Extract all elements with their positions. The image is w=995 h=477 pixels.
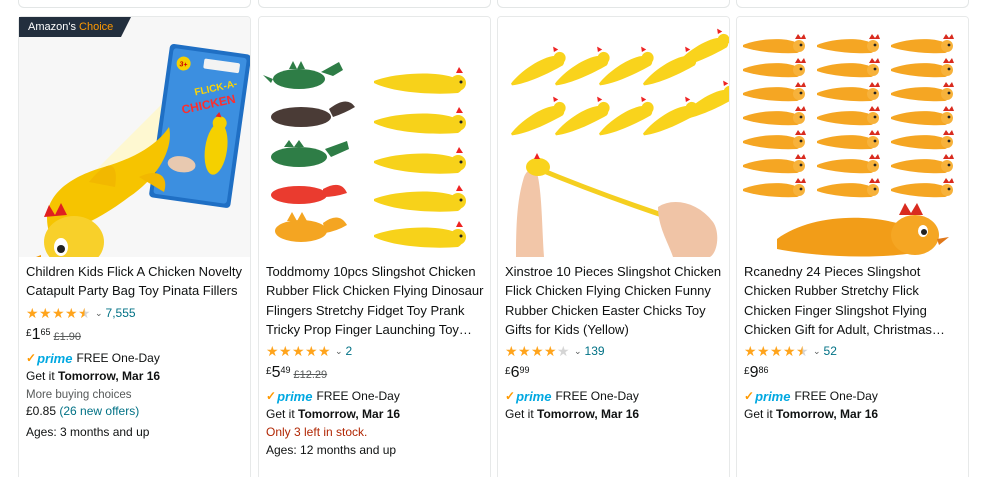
age-range: Ages: 12 months and up — [266, 443, 397, 457]
price-row: £5 49 £12.29 — [266, 364, 488, 386]
prime-delivery: ✓ prime FREE One-Day — [266, 388, 400, 404]
prime-check-icon: ✓ — [26, 351, 37, 365]
product-image[interactable] — [498, 17, 729, 257]
offers-row: £0.85 (26 new offers) — [26, 404, 140, 418]
product-rating[interactable]: ★ ★ ★ ★ ★ ⌄ 139 — [505, 342, 727, 360]
star-full-icon: ★ — [770, 342, 783, 359]
prime-logo: prime — [277, 388, 313, 404]
chevron-down-icon[interactable]: ⌄ — [574, 346, 582, 357]
rubber-chicken-grid-image — [737, 17, 968, 257]
star-empty-icon: ★ — [557, 342, 570, 359]
current-price[interactable]: £9 86 — [744, 364, 768, 382]
was-price: £12.29 — [293, 369, 328, 381]
star-full-icon: ★ — [544, 342, 557, 359]
prime-delivery: ✓ prime FREE One-Day — [26, 350, 160, 366]
price-row: £9 86 — [744, 364, 966, 386]
product-card[interactable]: Toddmomy 10pcs Slingshot Chicken Rubber … — [258, 16, 491, 477]
product-card[interactable]: Amazon's Choice 3+ FLICK-A- CHICKEN Chil… — [18, 16, 251, 477]
amazons-choice-badge: Amazon's Choice — [19, 17, 132, 37]
product-title-link[interactable]: Rcanedny 24 Pieces Slingshot Chicken Rub… — [744, 262, 966, 340]
star-rating: ★ ★ ★ ★ ★ — [26, 304, 91, 321]
prime-delivery: ✓ prime FREE One-Day — [744, 388, 878, 404]
prime-check-icon: ✓ — [505, 389, 516, 403]
product-image[interactable] — [259, 17, 490, 257]
star-rating: ★ ★ ★ ★ ★ — [505, 342, 570, 359]
chevron-down-icon[interactable]: ⌄ — [335, 346, 343, 357]
prime-delivery: ✓ prime FREE One-Day — [505, 388, 639, 404]
star-full-icon: ★ — [39, 304, 52, 321]
star-rating: ★ ★ ★ ★ ★ — [744, 342, 809, 359]
star-full-icon: ★ — [279, 342, 292, 359]
product-rating[interactable]: ★ ★ ★ ★ ★ ⌄ 52 — [744, 342, 966, 360]
prime-logo: prime — [37, 350, 73, 366]
previous-row-card-edge — [258, 0, 491, 8]
review-count-link[interactable]: 139 — [585, 344, 605, 358]
flick-chicken-package-image: 3+ FLICK-A- CHICKEN — [36, 44, 250, 257]
product-image[interactable]: 3+ FLICK-A- CHICKEN — [19, 17, 250, 257]
price-row: £6 99 — [505, 364, 727, 386]
review-count-link[interactable]: 52 — [824, 344, 837, 358]
prime-logo: prime — [755, 388, 791, 404]
star-full-icon: ★ — [292, 342, 305, 359]
product-image[interactable] — [737, 17, 968, 257]
star-full-icon: ★ — [318, 342, 331, 359]
age-range: Ages: 3 months and up — [26, 425, 150, 439]
product-card[interactable]: Xinstroe 10 Pieces Slingshot Chicken Fli… — [497, 16, 730, 477]
product-card[interactable]: Rcanedny 24 Pieces Slingshot Chicken Rub… — [736, 16, 969, 477]
star-full-icon: ★ — [26, 304, 39, 321]
prime-check-icon: ✓ — [266, 389, 277, 403]
slingshot-chickens-with-hand-image — [498, 17, 729, 257]
current-price[interactable]: £5 49 — [266, 364, 290, 382]
product-title-link[interactable]: Toddmomy 10pcs Slingshot Chicken Rubber … — [266, 262, 488, 340]
current-price[interactable]: £6 99 — [505, 364, 529, 382]
svg-text:3+: 3+ — [179, 61, 188, 69]
star-full-icon: ★ — [52, 304, 65, 321]
review-count-link[interactable]: 2 — [346, 344, 353, 358]
product-title-link[interactable]: Xinstroe 10 Pieces Slingshot Chicken Fli… — [505, 262, 727, 340]
star-rating: ★ ★ ★ ★ ★ — [266, 342, 331, 359]
delivery-date: Get it Tomorrow, Mar 16 — [744, 407, 879, 421]
chevron-down-icon[interactable]: ⌄ — [813, 346, 821, 357]
prime-logo: prime — [516, 388, 552, 404]
chevron-down-icon[interactable]: ⌄ — [95, 308, 103, 319]
new-offers-link[interactable]: (26 new offers) — [59, 404, 139, 418]
product-rating[interactable]: ★ ★ ★ ★ ★ ⌄ 7,555 — [26, 304, 248, 322]
star-half-icon: ★ — [796, 342, 809, 359]
stock-warning: Only 3 left in stock. — [266, 425, 368, 439]
current-price[interactable]: £1 65 — [26, 326, 50, 344]
star-full-icon: ★ — [505, 342, 518, 359]
star-full-icon: ★ — [305, 342, 318, 359]
star-full-icon: ★ — [518, 342, 531, 359]
star-full-icon: ★ — [757, 342, 770, 359]
star-full-icon: ★ — [266, 342, 279, 359]
dinosaur-and-chicken-toys-image — [259, 17, 490, 257]
was-price: £1.90 — [53, 331, 82, 343]
previous-row-card-edge — [18, 0, 251, 8]
product-title-link[interactable]: Children Kids Flick A Chicken Novelty Ca… — [26, 262, 248, 302]
more-buying-choices: More buying choices — [26, 389, 132, 401]
previous-row-card-edge — [736, 0, 969, 8]
previous-row-card-edge — [497, 0, 730, 8]
star-full-icon: ★ — [531, 342, 544, 359]
star-full-icon: ★ — [65, 304, 78, 321]
delivery-date: Get it Tomorrow, Mar 16 — [505, 407, 640, 421]
prime-check-icon: ✓ — [744, 389, 755, 403]
product-rating[interactable]: ★ ★ ★ ★ ★ ⌄ 2 — [266, 342, 488, 360]
delivery-date: Get it Tomorrow, Mar 16 — [266, 407, 401, 421]
review-count-link[interactable]: 7,555 — [106, 306, 136, 320]
star-full-icon: ★ — [744, 342, 757, 359]
star-half-icon: ★ — [78, 304, 91, 321]
price-row: £1 65 £1.90 — [26, 326, 248, 348]
star-full-icon: ★ — [783, 342, 796, 359]
delivery-date: Get it Tomorrow, Mar 16 — [26, 369, 161, 383]
